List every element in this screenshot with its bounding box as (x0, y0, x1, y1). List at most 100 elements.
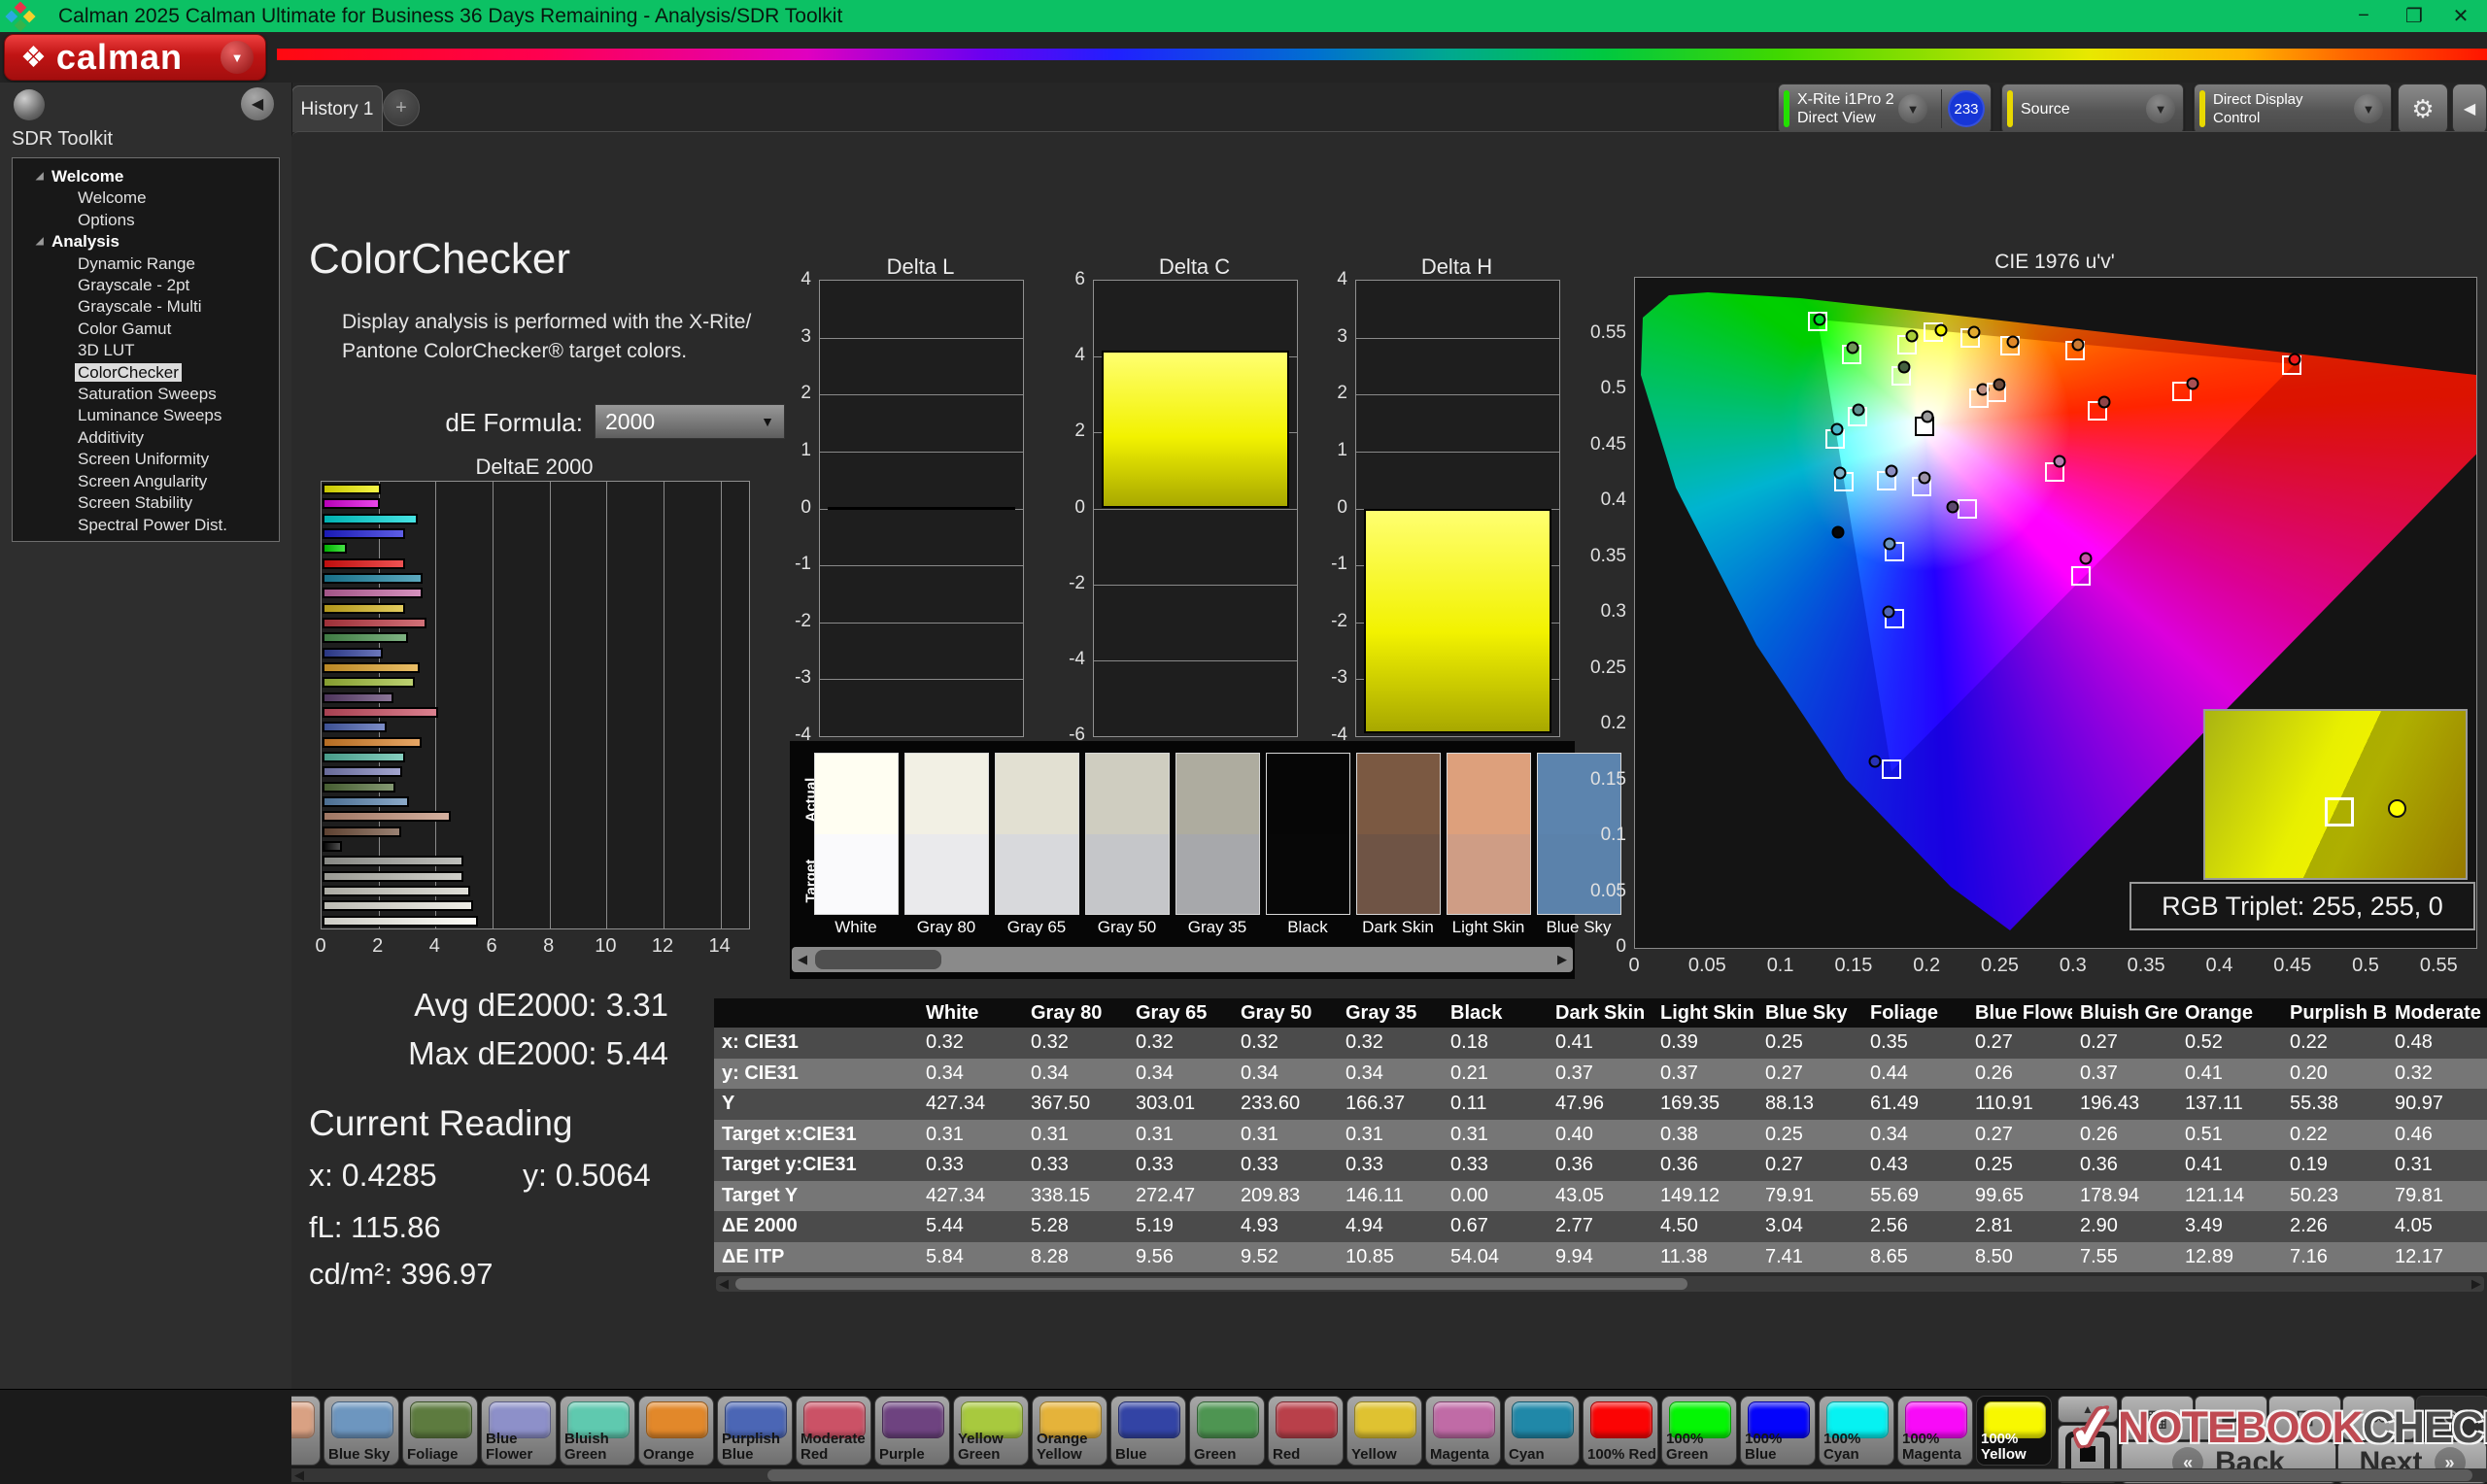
patch-button-100-blue[interactable]: 100% Blue (1740, 1396, 1816, 1466)
cie-measured-blue-sky (1883, 537, 1896, 551)
sidebar-title: SDR Toolkit (12, 128, 114, 150)
patch-button-magenta[interactable]: Magenta (1425, 1396, 1501, 1466)
swatch-gray-80[interactable] (904, 753, 989, 915)
sidebar-item-screen-stability[interactable]: Screen Stability (13, 492, 279, 514)
table-cell: 90.97 (2395, 1093, 2444, 1115)
patch-button-green[interactable]: Green (1189, 1396, 1265, 1466)
swatch-gray-65[interactable] (995, 753, 1079, 915)
cie-measured-100-blue (1868, 755, 1882, 768)
tab-history-1[interactable]: History 1 (291, 85, 383, 132)
table-cell: 0.34 (1870, 1123, 1908, 1145)
patch-button-100-red[interactable]: 100% Red (1583, 1396, 1658, 1466)
table-cell: 2.81 (1975, 1215, 2013, 1237)
maximize-button[interactable]: ❐ (2392, 0, 2436, 32)
delta-y-tick-label: -2 (1069, 572, 1085, 593)
patch-button-light-skin[interactable]: Light Skin (291, 1396, 321, 1466)
sidebar-item-saturation-sweeps[interactable]: Saturation Sweeps (13, 384, 279, 405)
transport-button-0[interactable]: ▦ (2121, 1396, 2194, 1440)
scroll-left-icon[interactable]: ◀ (291, 1467, 307, 1482)
sidebar-item-luminance-sweeps[interactable]: Luminance Sweeps (13, 405, 279, 426)
transport-button-1[interactable]: ▶ (2195, 1396, 2267, 1440)
sidebar-item-welcome[interactable]: Welcome (13, 187, 279, 209)
patch-button-blue-flower[interactable]: Blue Flower (481, 1396, 557, 1466)
patch-button-red[interactable]: Red (1268, 1396, 1344, 1466)
patch-button-100-cyan[interactable]: 100% Cyan (1819, 1396, 1894, 1466)
patch-button-bluish-green[interactable]: Bluish Green (560, 1396, 635, 1466)
meter-dropdown[interactable]: X-Rite i1Pro 2 Direct View ▼ 233 (1778, 84, 1992, 134)
patch-button-foliage[interactable]: Foliage (402, 1396, 478, 1466)
patch-button-orange-yellow[interactable]: Orange Yellow (1032, 1396, 1107, 1466)
transport-button-4[interactable]: ⟳ (2416, 1396, 2487, 1440)
sidebar-item-color-gamut[interactable]: Color Gamut (13, 319, 279, 340)
tree-group-welcome[interactable]: ◢ Welcome (13, 166, 279, 187)
table-cell: 0.27 (1765, 1062, 1803, 1084)
sidebar-item-grayscale-multi[interactable]: Grayscale - Multi (13, 296, 279, 318)
patch-button-100-green[interactable]: 100% Green (1661, 1396, 1737, 1466)
sidebar-item-screen-uniformity[interactable]: Screen Uniformity (13, 449, 279, 470)
patch-button-blue[interactable]: Blue (1110, 1396, 1186, 1466)
table-scrollbar[interactable]: ◀ ▶ (716, 1276, 2484, 1292)
patch-button-moderate-red[interactable]: Moderate Red (796, 1396, 871, 1466)
minimize-button[interactable]: − (2341, 0, 2386, 32)
add-tab-button[interactable]: + (383, 89, 420, 126)
swatch-light-skin[interactable] (1447, 753, 1531, 915)
patch-button-orange[interactable]: Orange (638, 1396, 714, 1466)
patch-button-purple[interactable]: Purple (874, 1396, 950, 1466)
scroll-left-icon[interactable]: ◀ (716, 1276, 732, 1292)
table-scroll-thumb[interactable] (735, 1278, 1687, 1290)
patch-button-blue-sky[interactable]: Blue Sky (324, 1396, 399, 1466)
settings-button[interactable]: ⚙ (2398, 84, 2448, 134)
transport-button-3[interactable]: ∞ (2342, 1396, 2415, 1440)
table-row: ΔE ITP 5.84 8.28 9.56 9.52 10.85 54.04 9.94 11.3… (714, 1241, 2487, 1272)
patch-button-yellow[interactable]: Yellow (1346, 1396, 1422, 1466)
tree-group-analysis[interactable]: ◢ Analysis (13, 231, 279, 253)
sidebar-item-screen-angularity[interactable]: Screen Angularity (13, 471, 279, 492)
swatch-black[interactable] (1266, 753, 1350, 915)
sidebar-status-orb[interactable] (14, 89, 45, 120)
scroll-right-icon[interactable]: ▶ (1553, 947, 1571, 972)
calman-dropdown-icon[interactable]: ▼ (221, 41, 254, 74)
sidebar-item-dynamic-range[interactable]: Dynamic Range (13, 253, 279, 275)
toolbar-scroll-thumb[interactable] (767, 1469, 2472, 1481)
de-formula-select[interactable]: 2000 ▼ (595, 404, 785, 439)
swatch-scroll-thumb[interactable] (815, 950, 941, 969)
patch-button-100-magenta[interactable]: 100% Magenta (1897, 1396, 1973, 1466)
patch-button-cyan[interactable]: Cyan (1504, 1396, 1580, 1466)
sidebar-item-colorchecker[interactable]: ColorChecker (13, 362, 279, 384)
swatch-gray-35[interactable] (1175, 753, 1260, 915)
calman-app-window: Calman 2025 Calman Ultimate for Business… (0, 0, 2487, 1484)
tree-expander-icon[interactable]: ◢ (36, 231, 44, 253)
calman-menu-button[interactable]: ❖ calman ▼ (4, 34, 266, 81)
swatch-dark-skin[interactable] (1356, 753, 1441, 915)
swatch-gray-50[interactable] (1085, 753, 1170, 915)
sidebar-item-3d-lut[interactable]: 3D LUT (13, 340, 279, 361)
delta-y-tick-label: -2 (795, 610, 811, 631)
table-cell: 9.56 (1136, 1245, 1174, 1267)
table-cell: 0.27 (2080, 1031, 2118, 1054)
page-title: ColorChecker (309, 235, 570, 283)
patch-button-yellow-green[interactable]: Yellow Green (953, 1396, 1029, 1466)
tree-expander-icon[interactable]: ◢ (36, 166, 44, 187)
scroll-right-icon[interactable]: ▶ (2469, 1276, 2484, 1292)
patch-button-purplish-blue[interactable]: Purplish Blue (717, 1396, 793, 1466)
swatch-label: Gray 35 (1187, 918, 1247, 936)
scroll-left-icon[interactable]: ◀ (794, 947, 811, 972)
patch-button-100-yellow[interactable]: 100% Yellow (1976, 1396, 2052, 1466)
sidebar-item-spectral-power-dist-[interactable]: Spectral Power Dist. (13, 515, 279, 536)
sidebar-collapse-button[interactable]: ◀ (241, 87, 274, 120)
expand-toolbar-button[interactable]: ▲ (2058, 1396, 2118, 1423)
sidebar-item-grayscale-2pt[interactable]: Grayscale - 2pt (13, 275, 279, 296)
close-button[interactable]: ✕ (2438, 0, 2483, 32)
collapse-panel-button[interactable]: ◀ (2452, 84, 2487, 134)
swatch-scrollbar[interactable]: ◀ ▶ (792, 947, 1573, 972)
display-control-dropdown[interactable]: Direct Display Control ▼ (2194, 84, 2392, 134)
transport-button-2[interactable]: ⊞ (2268, 1396, 2341, 1440)
sidebar-item-additivity[interactable]: Additivity (13, 427, 279, 449)
swatch-white[interactable] (814, 753, 899, 915)
meter-count-badge[interactable]: 233 (1948, 90, 1985, 127)
source-dropdown[interactable]: Source ▼ (2001, 84, 2184, 134)
delta-gridline (1356, 451, 1559, 453)
sidebar-item-options[interactable]: Options (13, 210, 279, 231)
toolbar-scrollbar[interactable]: ◀ (291, 1467, 2487, 1482)
delta-y-tick-label: 3 (801, 325, 811, 347)
